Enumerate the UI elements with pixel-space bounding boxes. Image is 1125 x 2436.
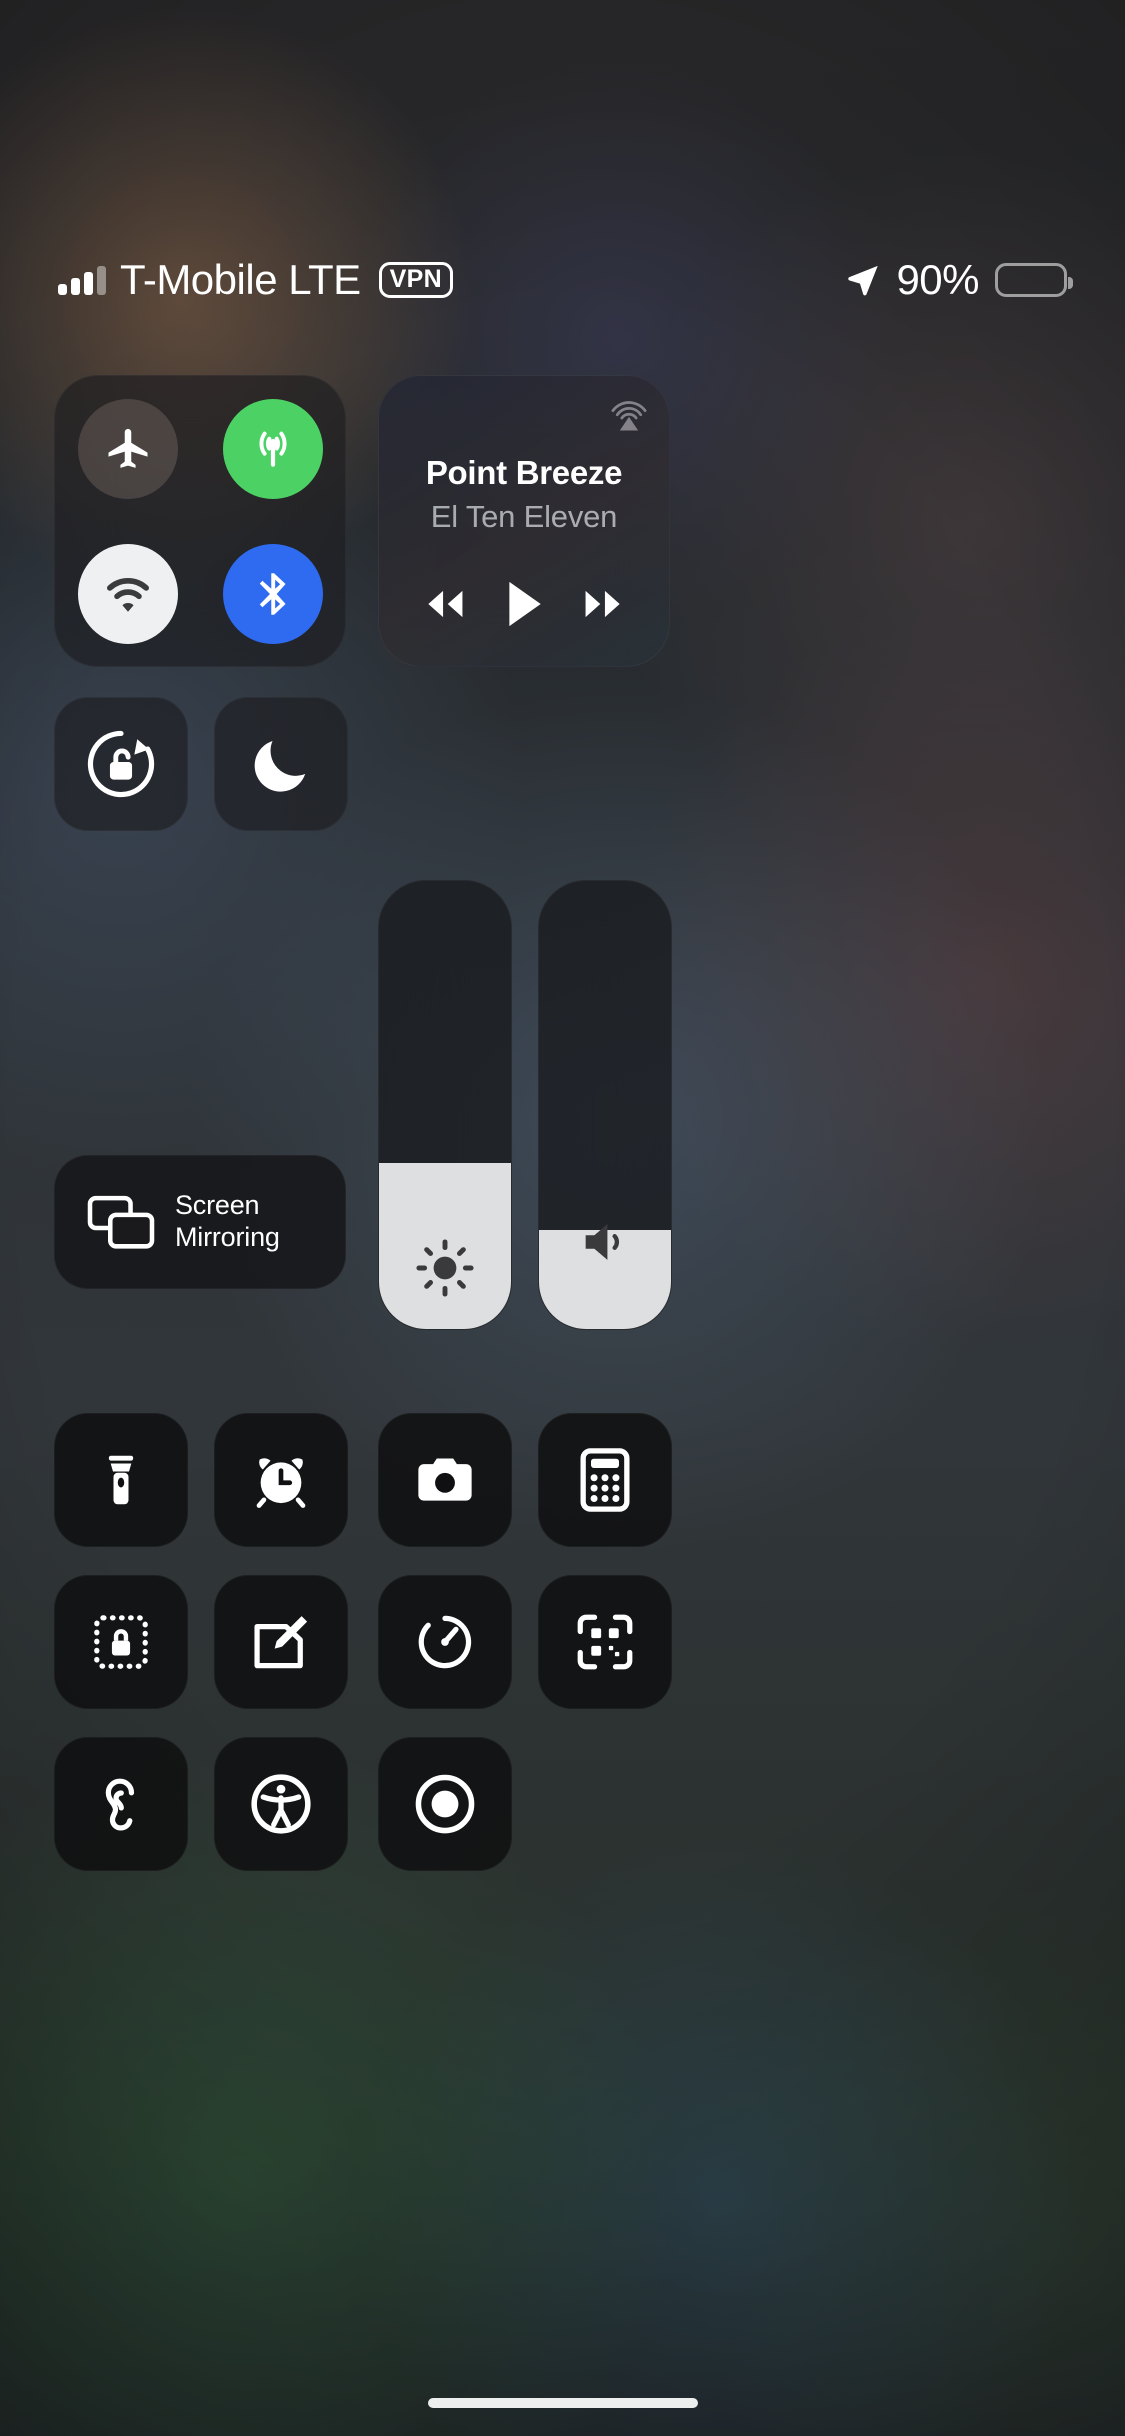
alarm-clock-icon xyxy=(248,1447,314,1513)
screen-mirroring-label-line1: Screen xyxy=(175,1190,260,1221)
moon-icon xyxy=(246,729,316,799)
status-bar: T-Mobile LTE VPN 90% xyxy=(0,248,1125,312)
flashlight-icon xyxy=(90,1449,152,1511)
timer-button[interactable] xyxy=(378,1575,512,1709)
cellular-antenna-icon xyxy=(245,421,301,477)
now-playing-artist: El Ten Eleven xyxy=(430,499,618,534)
play-button[interactable] xyxy=(501,576,547,632)
airplane-icon xyxy=(102,423,154,475)
timer-icon xyxy=(412,1609,478,1675)
wifi-button[interactable] xyxy=(77,543,178,644)
speaker-volume-icon xyxy=(539,1213,671,1271)
control-center: T-Mobile LTE VPN 90% Point Breeze El Ten… xyxy=(0,0,1125,2436)
guided-access-lock-icon xyxy=(88,1609,154,1675)
location-arrow-icon xyxy=(844,261,882,299)
screen-mirroring-button[interactable]: Screen Mirroring xyxy=(54,1155,346,1289)
now-playing-module[interactable]: Point Breeze El Ten Eleven xyxy=(378,375,670,667)
cellular-signal-icon xyxy=(58,265,106,295)
calculator-icon xyxy=(577,1446,633,1514)
accessibility-icon xyxy=(246,1769,316,1839)
do-not-disturb-button[interactable] xyxy=(214,697,348,831)
bluetooth-button[interactable] xyxy=(222,543,323,644)
status-bar-right: 90% xyxy=(844,256,1073,303)
calculator-button[interactable] xyxy=(538,1413,672,1547)
hearing-button[interactable] xyxy=(54,1737,188,1871)
ear-hearing-icon xyxy=(88,1771,154,1837)
qr-code-scanner-icon xyxy=(572,1609,638,1675)
rotation-lock-open-icon xyxy=(82,725,160,803)
bluetooth-icon xyxy=(247,568,299,620)
camera-icon xyxy=(411,1446,479,1514)
airplane-mode-button[interactable] xyxy=(77,398,178,499)
battery-icon xyxy=(995,263,1073,297)
status-bar-left: T-Mobile LTE VPN xyxy=(58,259,453,301)
alarm-button[interactable] xyxy=(214,1413,348,1547)
cellular-data-button[interactable] xyxy=(222,398,323,499)
carrier-label: T-Mobile LTE xyxy=(120,256,361,303)
notes-pencil-icon xyxy=(248,1609,314,1675)
volume-slider[interactable] xyxy=(538,880,672,1330)
notes-button[interactable] xyxy=(214,1575,348,1709)
camera-button[interactable] xyxy=(378,1413,512,1547)
home-indicator[interactable] xyxy=(427,2398,698,2408)
brightness-slider[interactable] xyxy=(378,880,512,1330)
now-playing-controls xyxy=(379,576,669,632)
now-playing-title: Point Breeze xyxy=(425,454,623,491)
rewind-button[interactable] xyxy=(414,580,476,628)
guided-access-button[interactable] xyxy=(54,1575,188,1709)
screen-mirroring-label: Screen Mirroring xyxy=(175,1190,280,1254)
connectivity-module[interactable] xyxy=(54,375,346,667)
rotation-lock-button[interactable] xyxy=(54,697,188,831)
screen-mirroring-label-line2: Mirroring xyxy=(175,1222,280,1252)
accessibility-button[interactable] xyxy=(214,1737,348,1871)
airplay-audio-icon[interactable] xyxy=(607,392,651,436)
brightness-sun-icon xyxy=(379,1237,511,1299)
battery-percent-label: 90% xyxy=(896,256,979,303)
screen-record-icon xyxy=(410,1769,480,1839)
vpn-badge: VPN xyxy=(378,262,453,298)
wifi-icon xyxy=(100,566,156,622)
fast-forward-button[interactable] xyxy=(572,580,634,628)
screen-recording-button[interactable] xyxy=(378,1737,512,1871)
flashlight-button[interactable] xyxy=(54,1413,188,1547)
screen-mirroring-icon xyxy=(85,1191,157,1253)
code-scanner-button[interactable] xyxy=(538,1575,672,1709)
